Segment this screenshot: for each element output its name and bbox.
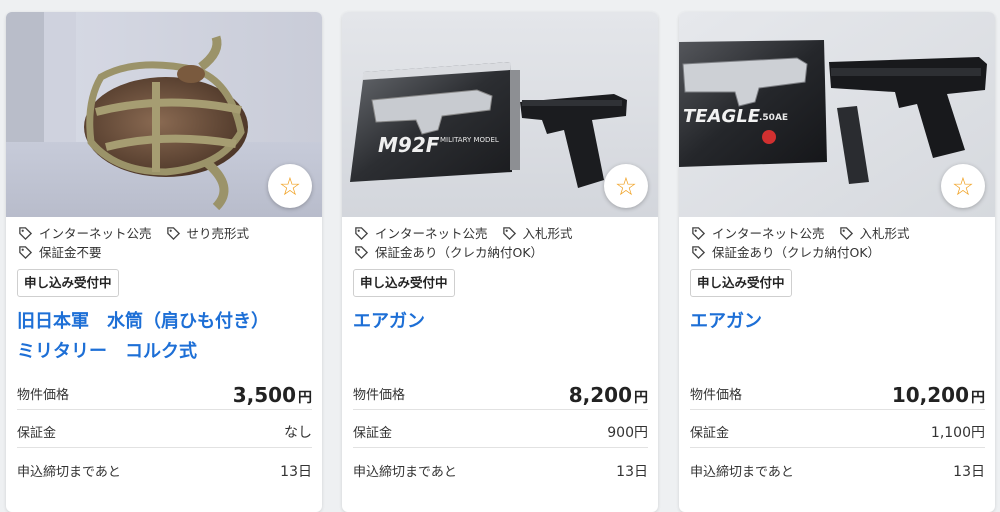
- tag-list: インターネット公売 せり売形式 保証金不要: [18, 224, 314, 262]
- item-card[interactable]: ☆ インターネット公売 せり売形式 保証金不要 申し込み受付中 旧日本軍 水筒（…: [6, 12, 322, 512]
- tag: インターネット公売: [691, 224, 825, 243]
- item-title-link[interactable]: エアガン: [690, 307, 985, 337]
- tag: インターネット公売: [354, 224, 488, 243]
- item-photo-airgun[interactable]: M92F MILITARY MODEL ☆: [342, 12, 658, 217]
- status-badge: 申し込み受付中: [353, 269, 455, 297]
- tag: 入札形式: [839, 224, 910, 243]
- favorite-button[interactable]: ☆: [268, 164, 312, 208]
- item-title-line: エアガン: [690, 311, 762, 332]
- tag-icon: [692, 227, 706, 241]
- deposit-row: 保証金 1,100円: [690, 410, 985, 448]
- favorite-button[interactable]: ☆: [941, 164, 985, 208]
- deadline-row: 申込締切まであと 13日: [690, 464, 985, 480]
- item-info: 物件価格 3,500 円 保証金 なし 申込締切まであと 13日: [17, 372, 312, 486]
- item-info: 物件価格 8,200 円 保証金 900円 申込締切まであと 13日: [353, 372, 648, 486]
- tag-icon: [355, 227, 369, 241]
- tag-icon: [166, 227, 180, 241]
- star-outline-icon: ☆: [278, 171, 302, 201]
- svg-text:TEAGLE: TEAGLE: [683, 106, 761, 127]
- tag-list: インターネット公売 入札形式 保証金あり（クレカ納付OK）: [691, 224, 987, 262]
- item-title-link[interactable]: エアガン: [353, 307, 648, 337]
- tag-icon: [355, 246, 369, 260]
- status-badge: 申し込み受付中: [690, 269, 792, 297]
- favorite-button[interactable]: ☆: [604, 164, 648, 208]
- tag-icon: [692, 246, 706, 260]
- deposit-row: 保証金 900円: [353, 410, 648, 448]
- tag: 保証金不要: [18, 243, 102, 262]
- tag-icon: [839, 227, 853, 241]
- item-title-line: エアガン: [353, 311, 425, 332]
- item-photo-canteen[interactable]: ☆: [6, 12, 322, 217]
- item-photo-airgun[interactable]: TEAGLE .50AE ☆: [679, 12, 995, 217]
- item-info: 物件価格 10,200 円 保証金 1,100円 申込締切まであと 13日: [690, 372, 985, 486]
- star-outline-icon: ☆: [614, 171, 638, 201]
- item-card[interactable]: TEAGLE .50AE ☆ インターネット公売 入札形式 保証金あり（クレカ納…: [679, 12, 995, 512]
- price-value: 8,200 円: [568, 383, 648, 407]
- svg-text:.50AE: .50AE: [759, 113, 788, 123]
- item-card[interactable]: M92F MILITARY MODEL ☆ インターネット公売 入札形式 保証金…: [342, 12, 658, 512]
- tag: せり売形式: [166, 224, 249, 243]
- tag-icon: [19, 227, 33, 241]
- item-title-line: 旧日本軍 水筒（肩ひも付き）: [17, 311, 269, 332]
- svg-text:MILITARY MODEL: MILITARY MODEL: [440, 136, 499, 144]
- price-row: 物件価格 10,200 円: [690, 372, 985, 410]
- tag: 入札形式: [502, 224, 573, 243]
- star-outline-icon: ☆: [951, 171, 975, 201]
- deadline-row: 申込締切まであと 13日: [17, 464, 312, 480]
- tag: インターネット公売: [18, 224, 152, 243]
- item-title-link[interactable]: 旧日本軍 水筒（肩ひも付き） ミリタリー コルク式: [17, 307, 312, 367]
- tag-icon: [19, 246, 33, 260]
- status-badge: 申し込み受付中: [17, 269, 119, 297]
- deadline-row: 申込締切まであと 13日: [353, 464, 648, 480]
- item-title-line: ミリタリー コルク式: [17, 341, 197, 362]
- tag-icon: [502, 227, 516, 241]
- tag-list: インターネット公売 入札形式 保証金あり（クレカ納付OK）: [354, 224, 650, 262]
- price-value: 10,200 円: [891, 383, 985, 407]
- svg-text:M92F: M92F: [378, 133, 440, 157]
- price-value: 3,500 円: [232, 383, 312, 407]
- tag: 保証金あり（クレカ納付OK）: [354, 243, 543, 262]
- tag: 保証金あり（クレカ納付OK）: [691, 243, 880, 262]
- price-row: 物件価格 8,200 円: [353, 372, 648, 410]
- price-row: 物件価格 3,500 円: [17, 372, 312, 410]
- deposit-row: 保証金 なし: [17, 410, 312, 448]
